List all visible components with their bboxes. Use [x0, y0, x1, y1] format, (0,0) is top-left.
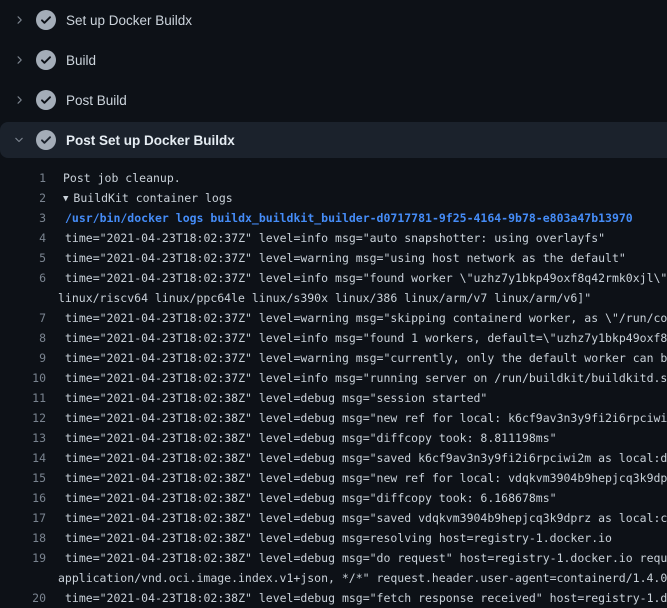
line-number[interactable]: 10: [0, 368, 46, 388]
log-line-text: time="2021-04-23T18:02:38Z" level=debug …: [58, 588, 667, 608]
log-line-text: time="2021-04-23T18:02:38Z" level=debug …: [58, 408, 667, 428]
log-line-text: time="2021-04-23T18:02:37Z" level=info m…: [58, 328, 667, 348]
log-line-text: Post job cleanup.: [58, 168, 181, 188]
line-number[interactable]: 16: [0, 488, 46, 508]
log-line-text: time="2021-04-23T18:02:37Z" level=info m…: [58, 268, 667, 288]
line-number[interactable]: 9: [0, 348, 46, 368]
step-row-post-set-up-docker-buildx[interactable]: Post Set up Docker Buildx: [0, 122, 667, 158]
line-number[interactable]: 2: [0, 188, 46, 208]
check-circle-icon: [36, 130, 56, 150]
step-label: Build: [66, 53, 96, 68]
line-number[interactable]: 3: [0, 208, 46, 228]
log-area: 1 Post job cleanup. 2 ▼ BuildKit containe…: [0, 168, 667, 608]
line-number[interactable]: 5: [0, 248, 46, 268]
log-line-text: application/vnd.oci.image.index.v1+json,…: [58, 568, 667, 588]
chevron-icon: [12, 133, 26, 147]
line-number[interactable]: 20: [0, 588, 46, 608]
log-line-text: ▼ BuildKit container logs: [58, 188, 233, 208]
log-line-text: time="2021-04-23T18:02:37Z" level=info m…: [58, 228, 605, 248]
log-line-text: time="2021-04-23T18:02:37Z" level=warnin…: [58, 348, 667, 368]
log-line-text: time="2021-04-23T18:02:38Z" level=debug …: [58, 428, 557, 448]
log-line-text: time="2021-04-23T18:02:38Z" level=debug …: [58, 508, 667, 528]
log-line-text: time="2021-04-23T18:02:38Z" level=debug …: [58, 468, 667, 488]
line-number[interactable]: 14: [0, 448, 46, 468]
line-number[interactable]: 12: [0, 408, 46, 428]
step-row-post-build[interactable]: Post Build: [0, 80, 667, 120]
log-line-text: time="2021-04-23T18:02:38Z" level=debug …: [58, 548, 667, 568]
log-group-label[interactable]: BuildKit container logs: [73, 191, 232, 205]
line-number[interactable]: 15: [0, 468, 46, 488]
step-label: Post Set up Docker Buildx: [66, 133, 235, 148]
chevron-icon: [12, 13, 26, 27]
line-number[interactable]: 19: [0, 548, 46, 568]
line-number[interactable]: 6: [0, 268, 46, 288]
line-number[interactable]: 17: [0, 508, 46, 528]
check-circle-icon: [36, 50, 56, 70]
step-label: Set up Docker Buildx: [66, 13, 192, 28]
line-number[interactable]: 1: [0, 168, 46, 188]
log-line-text: time="2021-04-23T18:02:38Z" level=debug …: [58, 388, 487, 408]
chevron-icon: [12, 53, 26, 67]
log-line-text: time="2021-04-23T18:02:37Z" level=warnin…: [58, 248, 626, 268]
log-group-toggle-icon[interactable]: ▼: [63, 189, 68, 209]
log-line-text: time="2021-04-23T18:02:38Z" level=debug …: [58, 448, 667, 468]
check-circle-icon: [36, 90, 56, 110]
log-line-text: time="2021-04-23T18:02:38Z" level=debug …: [58, 488, 557, 508]
log-line-text: time="2021-04-23T18:02:37Z" level=warnin…: [58, 308, 667, 328]
line-number[interactable]: 18: [0, 528, 46, 548]
line-number[interactable]: 13: [0, 428, 46, 448]
log-line-text: time="2021-04-23T18:02:37Z" level=info m…: [58, 368, 667, 388]
check-circle-icon: [36, 10, 56, 30]
line-number[interactable]: 11: [0, 388, 46, 408]
step-label: Post Build: [66, 93, 127, 108]
line-number[interactable]: [0, 568, 46, 588]
line-number[interactable]: 8: [0, 328, 46, 348]
line-number[interactable]: [0, 288, 46, 308]
line-number[interactable]: 7: [0, 308, 46, 328]
line-number[interactable]: 4: [0, 228, 46, 248]
log-line-text: time="2021-04-23T18:02:38Z" level=debug …: [58, 528, 612, 548]
log-line-text: linux/riscv64 linux/ppc64le linux/s390x …: [58, 288, 591, 308]
step-row-build[interactable]: Build: [0, 40, 667, 80]
chevron-icon: [12, 93, 26, 107]
steps-list: Set up Docker Buildx Build Post Build Po…: [0, 0, 667, 158]
step-row-set-up-docker-buildx[interactable]: Set up Docker Buildx: [0, 0, 667, 40]
log-line-text: /usr/bin/docker logs buildx_buildkit_bui…: [58, 208, 633, 228]
